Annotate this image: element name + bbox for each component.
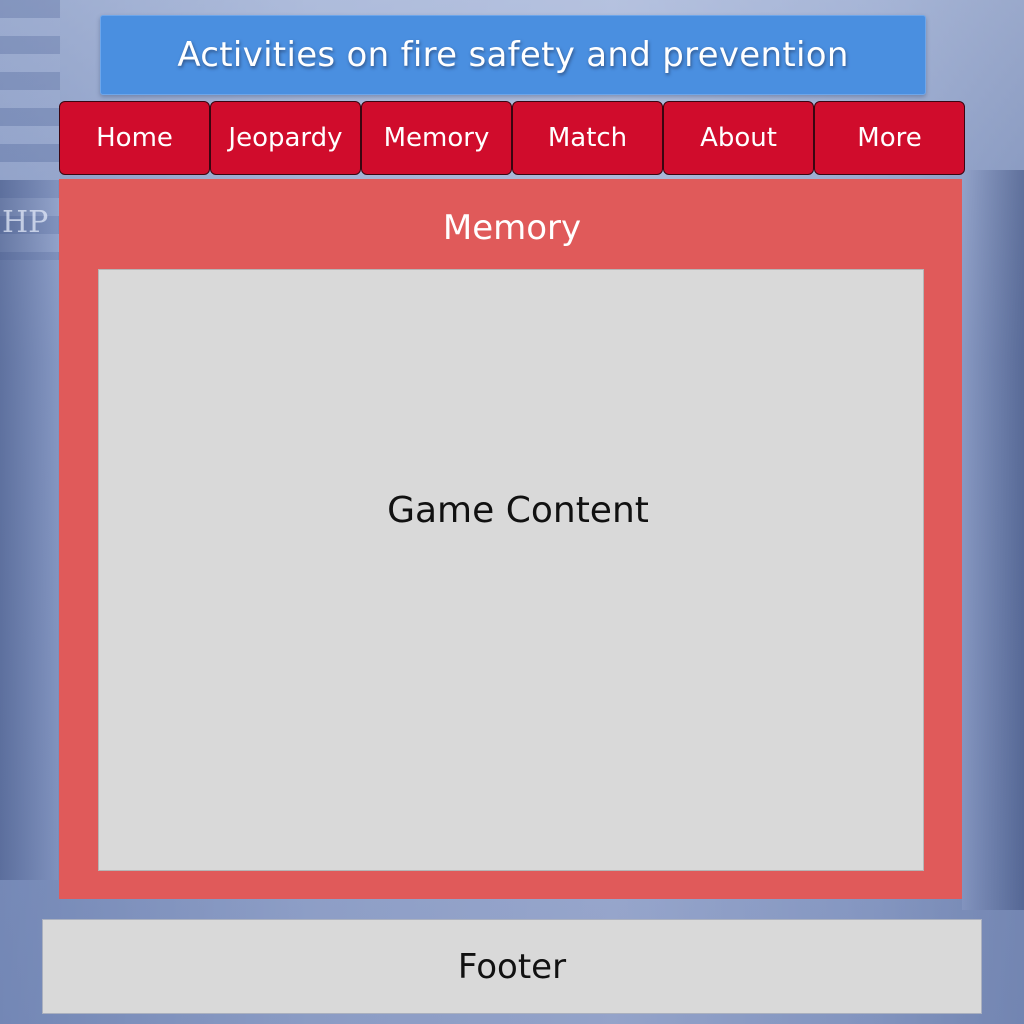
nav-home-button[interactable]: Home [59, 101, 210, 175]
nav-more-button[interactable]: More [814, 101, 965, 175]
nav-about-button[interactable]: About [663, 101, 814, 175]
page-header: Activities on fire safety and prevention [100, 15, 926, 95]
footer-label: Footer [457, 946, 567, 987]
game-content-area[interactable] [98, 269, 924, 871]
page-footer: Footer [42, 919, 982, 1014]
fire-truck-right-background [962, 170, 1024, 910]
nav-memory-button[interactable]: Memory [361, 101, 512, 175]
fire-truck-left-background [0, 180, 58, 880]
game-content-placeholder: Game Content [387, 490, 649, 531]
main-navigation: Home Jeopardy Memory Match About More [59, 101, 965, 177]
section-title: Memory [442, 208, 582, 248]
nav-jeopardy-button[interactable]: Jeopardy [210, 101, 361, 175]
nav-match-button[interactable]: Match [512, 101, 663, 175]
page-title: Activities on fire safety and prevention [177, 35, 849, 75]
